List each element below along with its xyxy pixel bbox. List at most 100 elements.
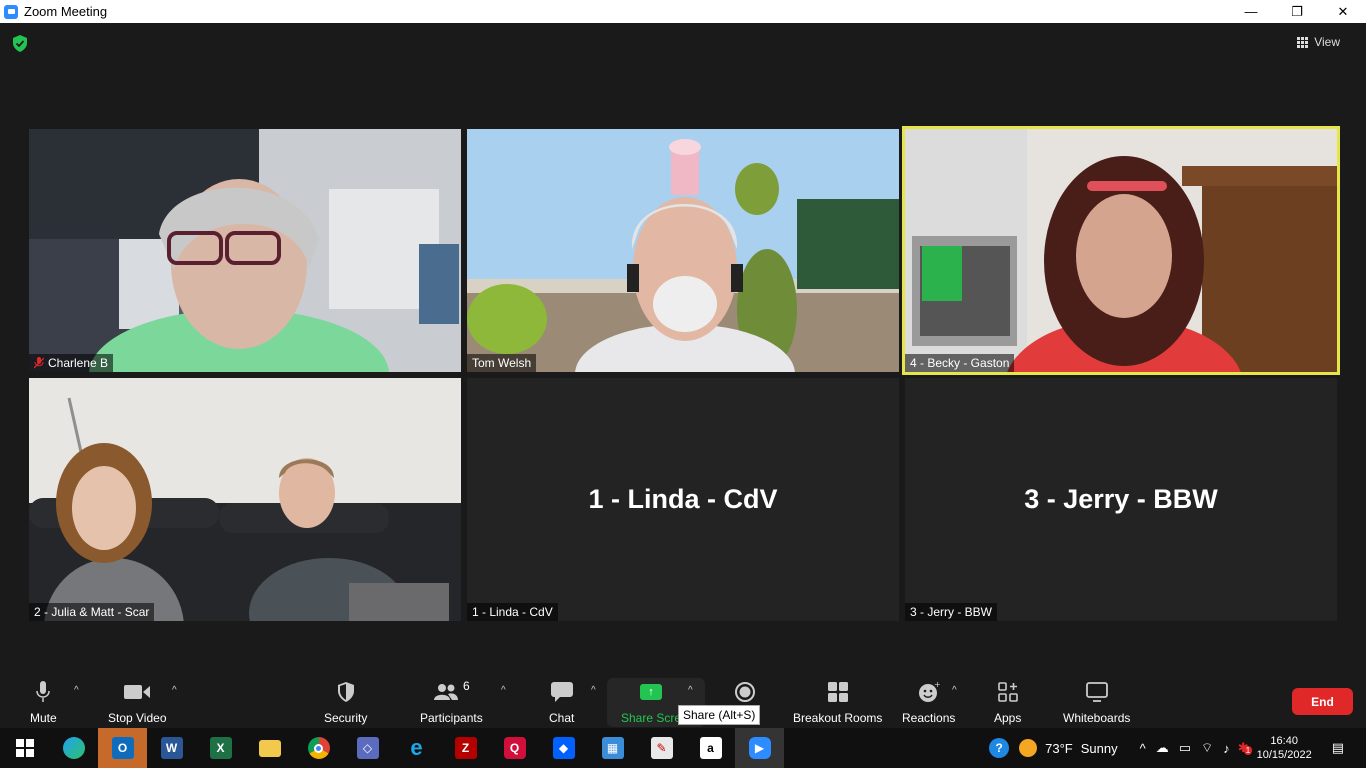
breakout-rooms-button[interactable]: Breakout Rooms xyxy=(793,679,882,725)
taskbar-amazon[interactable]: a xyxy=(686,728,735,768)
control-panel-icon: ▦ xyxy=(601,737,624,759)
windows-taskbar: O W X ◇ e Z Q ◆ ▦ ✎ a ▶ ? 73°F Sunny ^ ☁… xyxy=(0,728,1366,768)
taskbar-control-panel[interactable]: ▦ xyxy=(588,728,637,768)
video-tile-julia-matt[interactable]: 2 - Julia & Matt - Scar xyxy=(29,378,461,621)
help-icon[interactable]: ? xyxy=(989,738,1010,758)
taskbar-pdf-app[interactable]: ✎ xyxy=(637,728,686,768)
tile-name-label: 2 - Julia & Matt - Scar xyxy=(29,603,155,621)
video-feed-image xyxy=(29,378,461,621)
taskbar-app-generic[interactable]: ◇ xyxy=(343,728,392,768)
video-tile-linda[interactable]: 1 - Linda - CdV 1 - Linda - CdV xyxy=(467,378,899,621)
chat-options-caret-icon[interactable]: ^ xyxy=(591,685,596,696)
amazon-icon: a xyxy=(699,737,722,759)
battery-icon[interactable]: ▭ xyxy=(1179,740,1191,756)
notification-badge: 1 xyxy=(1243,746,1253,755)
edge-icon xyxy=(62,737,85,759)
reactions-options-caret-icon[interactable]: ^ xyxy=(952,685,957,696)
security-button[interactable]: Security xyxy=(324,679,367,725)
whiteboards-button[interactable]: Whiteboards xyxy=(1063,679,1130,725)
weather-temperature[interactable]: 73°F xyxy=(1045,741,1073,756)
taskbar-zoom[interactable]: ▶ xyxy=(735,728,784,768)
stop-video-button[interactable]: Stop Video xyxy=(108,679,167,725)
encryption-shield-icon[interactable] xyxy=(12,35,28,52)
participants-button[interactable]: 6 Participants xyxy=(420,679,483,725)
video-tile-charlene[interactable]: Charlene B xyxy=(29,129,461,372)
chrome-icon xyxy=(307,737,330,759)
mute-options-caret-icon[interactable]: ^ xyxy=(74,685,79,696)
video-tile-tom[interactable]: Tom Welsh xyxy=(467,129,899,372)
volume-icon[interactable]: ♪ xyxy=(1223,741,1230,756)
taskbar-edge[interactable] xyxy=(49,728,98,768)
onedrive-cloud-icon[interactable]: ☁ xyxy=(1156,740,1169,756)
view-label: View xyxy=(1314,35,1340,49)
participant-name-placeholder: 3 - Jerry - BBW xyxy=(1024,484,1218,514)
internet-explorer-icon: e xyxy=(410,735,423,760)
view-button[interactable]: View xyxy=(1297,35,1340,49)
svg-text:+: + xyxy=(934,681,940,689)
clock[interactable]: 16:40 10/15/2022 xyxy=(1257,734,1312,762)
quicken-icon: Q xyxy=(503,737,526,759)
window-title: Zoom Meeting xyxy=(24,4,108,19)
video-feed-image xyxy=(902,126,1340,375)
reactions-button[interactable]: + Reactions xyxy=(902,679,955,725)
security-shield-icon xyxy=(337,682,354,702)
tile-name-label: 1 - Linda - CdV xyxy=(467,603,558,621)
share-arrow-icon: ↑ xyxy=(640,684,663,700)
minimize-button[interactable]: — xyxy=(1228,0,1274,23)
tray-overflow-chevron-icon[interactable]: ^ xyxy=(1140,741,1146,756)
breakout-rooms-icon xyxy=(827,682,848,702)
filezilla-icon: Z xyxy=(454,737,477,759)
taskbar-dropbox[interactable]: ◆ xyxy=(539,728,588,768)
chat-bubble-icon xyxy=(550,682,573,702)
grid-view-icon xyxy=(1297,36,1309,48)
participants-options-caret-icon[interactable]: ^ xyxy=(501,685,506,696)
system-tray: ? 73°F Sunny ^ ☁ ▭ ⌔ ♪ ✱ 1 16:40 10/15/2… xyxy=(989,728,1366,768)
notification-app-icon[interactable]: ✱ 1 xyxy=(1238,740,1253,756)
pdf-icon: ✎ xyxy=(650,737,673,759)
video-tile-jerry[interactable]: 3 - Jerry - BBW 3 - Jerry - BBW xyxy=(905,378,1337,621)
taskbar-chrome[interactable] xyxy=(294,728,343,768)
share-tooltip: Share (Alt+S) xyxy=(678,705,761,725)
folder-icon xyxy=(258,739,281,757)
video-options-caret-icon[interactable]: ^ xyxy=(172,685,177,696)
close-button[interactable]: ✕ xyxy=(1320,0,1366,23)
taskbar-file-explorer[interactable] xyxy=(245,728,294,768)
zoom-icon: ▶ xyxy=(748,737,771,759)
share-options-caret-icon[interactable]: ^ xyxy=(688,685,693,696)
start-button[interactable] xyxy=(0,728,49,768)
clock-date: 10/15/2022 xyxy=(1256,749,1312,761)
taskbar-internet-explorer[interactable]: e xyxy=(392,728,441,768)
clock-time: 16:40 xyxy=(1270,735,1298,747)
taskbar-excel[interactable]: X xyxy=(196,728,245,768)
app-window-icon: ◇ xyxy=(356,737,379,759)
chat-button[interactable]: Chat xyxy=(549,679,574,725)
tile-name-label: Charlene B xyxy=(29,354,114,372)
word-icon: W xyxy=(160,737,183,759)
outlook-icon: O xyxy=(111,737,134,759)
tile-name-label: Tom Welsh xyxy=(467,354,537,372)
whiteboard-icon xyxy=(1085,682,1108,702)
taskbar-outlook[interactable]: O xyxy=(98,728,147,768)
title-bar: Zoom Meeting — ❐ ✕ xyxy=(0,0,1366,23)
window-controls: — ❐ ✕ xyxy=(1228,0,1366,23)
tile-name-label: 4 - Becky - Gaston xyxy=(905,354,1015,372)
taskbar-quicken[interactable]: Q xyxy=(490,728,539,768)
share-screen-button[interactable]: ↑ Share Scre xyxy=(621,679,681,725)
record-icon xyxy=(735,682,756,702)
participants-icon xyxy=(434,684,458,700)
restore-button[interactable]: ❐ xyxy=(1274,0,1320,23)
taskbar-filezilla[interactable]: Z xyxy=(441,728,490,768)
video-tile-becky[interactable]: 4 - Becky - Gaston xyxy=(902,126,1340,375)
weather-description[interactable]: Sunny xyxy=(1081,741,1118,756)
participants-count: 6 xyxy=(463,679,470,693)
taskbar-word[interactable]: W xyxy=(147,728,196,768)
tile-name-label: 3 - Jerry - BBW xyxy=(905,603,998,621)
smiley-plus-icon: + xyxy=(918,681,940,702)
apps-button[interactable]: Apps xyxy=(994,679,1021,725)
muted-mic-icon xyxy=(34,357,44,369)
notification-center-icon[interactable]: ▤ xyxy=(1332,740,1344,756)
wifi-icon[interactable]: ⌔ xyxy=(1201,740,1213,756)
end-meeting-button[interactable]: End xyxy=(1292,688,1353,715)
video-feed-image xyxy=(467,129,899,372)
mute-button[interactable]: Mute xyxy=(30,679,57,725)
